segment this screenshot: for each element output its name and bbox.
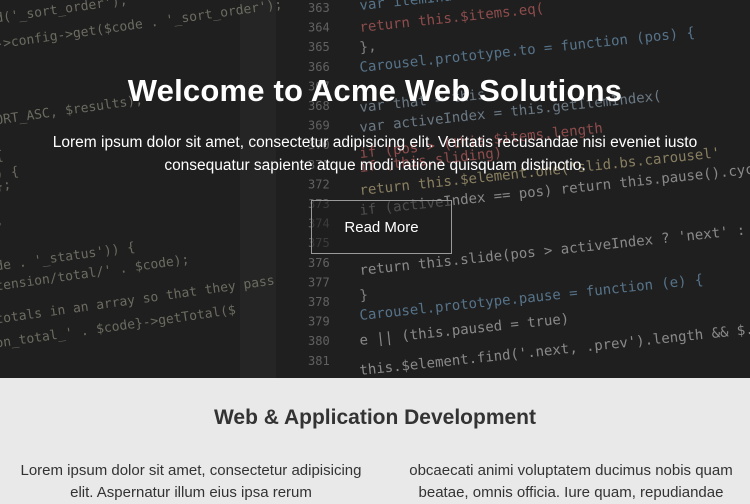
read-more-button[interactable]: Read More <box>311 200 452 254</box>
hero-overlay <box>0 0 750 378</box>
hero-title: Welcome to Acme Web Solutions <box>127 73 623 108</box>
hero-description: Lorem ipsum dolor sit amet, consectetur … <box>52 134 698 174</box>
right-column-text: obcaecati animi voluptatem ducimus nobis… <box>409 462 733 501</box>
services-section: Web & Application Development Lorem ipsu… <box>0 378 750 501</box>
section-title: Web & Application Development <box>213 406 537 429</box>
hero-section: 3633643653663673683693703713723733743753… <box>0 0 750 378</box>
left-column-text: Lorem ipsum dolor sit amet, consectetur … <box>20 462 362 501</box>
